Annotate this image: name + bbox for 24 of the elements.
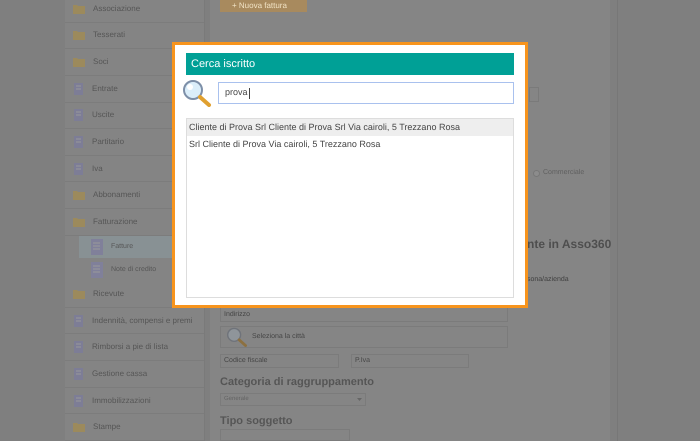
page-icon [73,109,84,122]
folder-icon [73,422,85,432]
folder-icon [73,30,85,40]
folder-icon [73,190,85,200]
page-icon [73,162,84,175]
folder-icon [73,57,85,68]
page-icon [73,341,84,354]
document-icon [91,262,103,278]
page-icon [73,368,84,380]
result-item[interactable]: Cliente di Prova Srl Cliente di Prova Srl Via cairoli, 5 Trezzano Rosa [187,119,513,136]
folder-icon [73,288,85,299]
folder-icon [73,4,85,14]
page-icon [73,394,84,407]
page-icon [73,82,84,95]
page-icon [73,136,84,148]
search-icon [182,79,212,107]
folder-icon [73,216,85,227]
page-icon [73,314,84,327]
dialog-title: Cerca iscritto [186,53,514,75]
search-icon [226,327,248,347]
search-field[interactable]: prova [218,82,514,104]
new-invoice-button[interactable]: + Nuova fattura [220,0,307,12]
document-icon [91,239,103,256]
field-fragment [529,87,539,102]
